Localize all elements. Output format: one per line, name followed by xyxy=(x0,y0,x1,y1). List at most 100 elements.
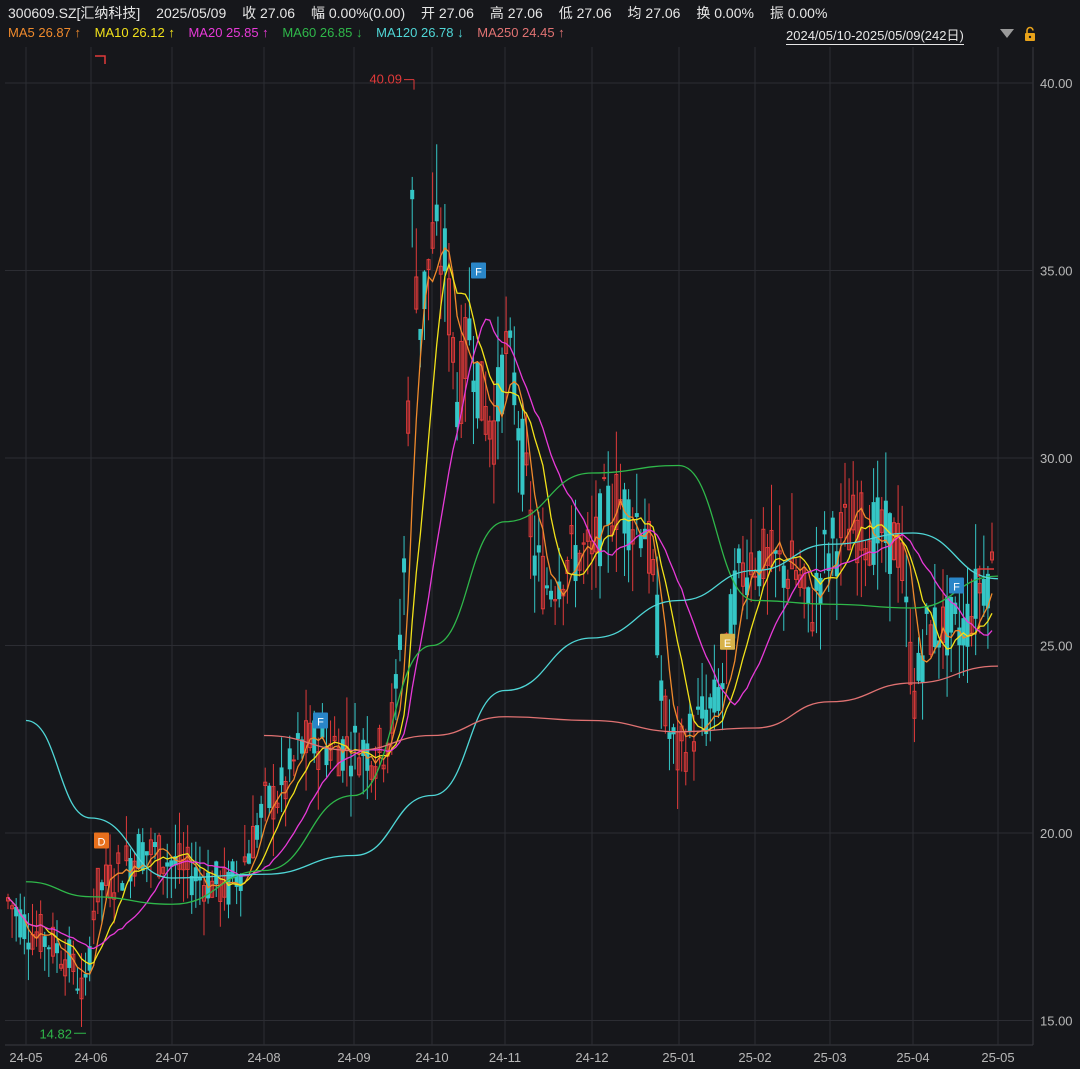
candle-body xyxy=(238,874,243,891)
candle-body xyxy=(781,565,786,588)
candle-body xyxy=(46,947,51,950)
candle-body xyxy=(26,942,31,950)
event-marker-f: F xyxy=(471,262,486,279)
candle-body xyxy=(753,575,758,578)
candle-body xyxy=(945,597,950,656)
y-tick-label: 35.00 xyxy=(1040,264,1073,279)
marker-label: F xyxy=(953,582,960,594)
candle-body xyxy=(602,477,607,480)
x-tick-label: 25-02 xyxy=(738,1050,771,1065)
candle-body xyxy=(287,748,292,770)
candle-body xyxy=(708,697,713,709)
candle-body xyxy=(348,765,353,777)
candle-body xyxy=(267,785,272,809)
candle-body xyxy=(500,354,505,415)
candlestick-chart[interactable]: 40.00 35.00 30.00 25.00 20.00 15.00 24-05 24-06… xyxy=(0,0,1080,1069)
event-marker-f: F xyxy=(949,577,964,594)
candle-body xyxy=(152,842,157,848)
candle-body xyxy=(961,618,966,646)
candle-body xyxy=(598,493,603,567)
y-tick-label: 20.00 xyxy=(1040,826,1073,841)
event-marker-f: F xyxy=(313,712,328,729)
candle-body xyxy=(87,946,92,971)
candle-body xyxy=(916,652,921,681)
x-tick-label: 25-05 xyxy=(981,1050,1014,1065)
candle-body xyxy=(830,517,835,539)
x-tick-label: 24-11 xyxy=(489,1050,521,1065)
candle-body xyxy=(549,590,554,600)
candle-body xyxy=(83,973,88,978)
candle-body xyxy=(638,534,643,549)
x-tick-label: 25-04 xyxy=(896,1050,929,1065)
candle-body xyxy=(532,555,537,576)
candle-body xyxy=(75,988,80,991)
candle-body xyxy=(883,500,888,544)
event-marker-e: E xyxy=(720,633,735,650)
candle-body xyxy=(700,696,705,719)
marker-label: E xyxy=(724,638,731,650)
candle-body xyxy=(279,767,284,786)
candle-body xyxy=(475,362,480,419)
candle-body xyxy=(904,596,909,603)
candle-body xyxy=(54,943,59,954)
y-tick-label: 30.00 xyxy=(1040,451,1073,466)
candle-body xyxy=(397,634,402,650)
candle-body xyxy=(806,587,811,604)
y-tick-label: 25.00 xyxy=(1040,639,1073,654)
candle-body xyxy=(214,861,219,885)
candles-group xyxy=(6,144,994,1027)
candle-body xyxy=(512,372,517,406)
x-tick-label: 24-07 xyxy=(155,1050,188,1065)
candle-body xyxy=(520,418,525,495)
candle-body xyxy=(291,759,296,762)
candle-body xyxy=(295,733,300,739)
candle-body xyxy=(495,367,500,422)
event-marker-d: D xyxy=(94,832,109,849)
candle-body xyxy=(687,713,692,733)
candle-body xyxy=(189,875,194,896)
candle-body xyxy=(120,883,125,891)
candle-body xyxy=(467,318,472,341)
candle-body xyxy=(626,499,631,551)
candle-body xyxy=(165,862,170,867)
candle-body xyxy=(634,513,639,517)
candle-body xyxy=(434,204,439,222)
candle-body xyxy=(536,545,541,553)
candle-body xyxy=(42,936,47,947)
candle-body xyxy=(544,585,549,589)
candle-body xyxy=(732,570,737,625)
x-tick-label: 24-12 xyxy=(575,1050,608,1065)
marker-label: F xyxy=(317,717,324,729)
candle-body xyxy=(757,551,762,587)
y-tick-label: 15.00 xyxy=(1040,1014,1073,1029)
ma250-line xyxy=(263,665,999,752)
marker-label: D xyxy=(98,837,106,849)
x-tick-label: 25-03 xyxy=(813,1050,846,1065)
candle-body xyxy=(606,485,611,525)
candle-body xyxy=(226,871,231,905)
range-corner-mark xyxy=(95,55,106,64)
candle-body xyxy=(324,746,329,766)
candle-body xyxy=(716,687,721,711)
candle-body xyxy=(981,578,986,606)
candle-body xyxy=(822,529,827,535)
candle-body xyxy=(402,558,407,573)
candle-body xyxy=(169,860,174,867)
candle-body xyxy=(136,834,141,869)
x-tick-label: 24-08 xyxy=(247,1050,280,1065)
candle-body xyxy=(246,853,251,864)
candle-body xyxy=(659,680,664,701)
candle-body xyxy=(965,603,970,647)
x-tick-label: 24-06 xyxy=(74,1050,107,1065)
candle-body xyxy=(255,825,260,840)
candle-body xyxy=(667,732,672,739)
candle-body xyxy=(353,725,358,733)
ma10-line xyxy=(7,262,993,965)
candle-body xyxy=(814,572,819,591)
high-value-label: 40.09 xyxy=(369,72,402,87)
y-tick-label: 40.00 xyxy=(1040,76,1073,91)
marker-label: F xyxy=(475,267,482,279)
candle-body xyxy=(99,882,104,891)
candle-body xyxy=(516,428,521,441)
candle-body xyxy=(712,679,717,713)
